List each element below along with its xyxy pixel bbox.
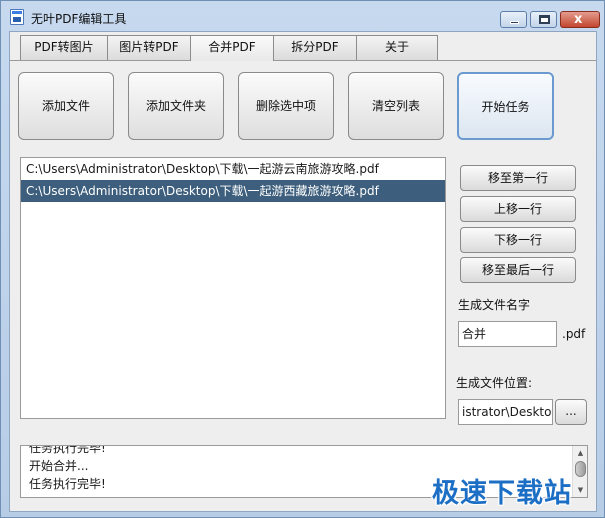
start-task-button[interactable]: 开始任务: [457, 72, 554, 140]
move-down-button[interactable]: 下移一行: [460, 227, 576, 253]
tab-pdf-to-image[interactable]: PDF转图片: [20, 35, 108, 60]
scroll-up-arrow-icon[interactable]: ▲: [575, 448, 586, 458]
move-up-button[interactable]: 上移一行: [460, 196, 576, 222]
add-folder-button[interactable]: 添加文件夹: [128, 72, 224, 140]
close-button[interactable]: x: [560, 11, 600, 28]
window-title: 无叶PDF编辑工具: [31, 12, 127, 26]
move-to-top-button[interactable]: 移至第一行: [460, 165, 576, 191]
log-line: 任务执行完毕!: [29, 445, 106, 455]
extension-label: .pdf: [562, 327, 586, 341]
minimize-button[interactable]: [500, 11, 527, 28]
log-scrollbar[interactable]: ▲ ▼: [572, 446, 587, 497]
app-window: 无叶PDF编辑工具 x PDF转图片 图片转PDF 合并PDF 拆分PDF 关于…: [0, 0, 605, 518]
output-name-input[interactable]: 合并: [458, 321, 557, 347]
title-bar[interactable]: 无叶PDF编辑工具 x: [1, 1, 604, 31]
file-list[interactable]: C:\Users\Administrator\Desktop\下载\一起游云南旅…: [20, 157, 446, 419]
tab-image-to-pdf[interactable]: 图片转PDF: [107, 35, 191, 60]
maximize-icon: [539, 15, 550, 24]
maximize-button[interactable]: [530, 11, 557, 28]
add-file-button[interactable]: 添加文件: [18, 72, 114, 140]
delete-selected-button[interactable]: 删除选中项: [238, 72, 334, 140]
output-location-input[interactable]: istrator\Desktop: [458, 399, 553, 425]
client-area: PDF转图片 图片转PDF 合并PDF 拆分PDF 关于 添加文件 添加文件夹 …: [9, 31, 597, 512]
move-to-bottom-button[interactable]: 移至最后一行: [460, 257, 576, 283]
clear-list-button[interactable]: 清空列表: [348, 72, 444, 140]
tab-split-pdf[interactable]: 拆分PDF: [273, 35, 357, 60]
file-list-item-selected[interactable]: C:\Users\Administrator\Desktop\下载\一起游西藏旅…: [21, 180, 445, 202]
scroll-thumb[interactable]: [575, 461, 586, 477]
tab-bar: PDF转图片 图片转PDF 合并PDF 拆分PDF 关于: [20, 35, 438, 61]
close-icon: x: [574, 12, 583, 27]
tab-merge-pdf[interactable]: 合并PDF: [190, 35, 274, 61]
tab-about[interactable]: 关于: [356, 35, 438, 60]
output-location-label: 生成文件位置:: [456, 376, 533, 390]
file-list-item[interactable]: C:\Users\Administrator\Desktop\下载\一起游云南旅…: [21, 158, 445, 180]
pdf-app-icon: [10, 9, 24, 25]
log-line: 开始合并...: [29, 459, 89, 473]
browse-button[interactable]: ...: [555, 399, 587, 425]
minimize-icon: [510, 21, 519, 24]
scroll-down-arrow-icon[interactable]: ▼: [575, 485, 586, 495]
watermark-logo: 极速下载站: [432, 478, 572, 509]
log-line: 任务执行完毕!: [29, 477, 106, 491]
output-name-label: 生成文件名字: [458, 298, 531, 312]
